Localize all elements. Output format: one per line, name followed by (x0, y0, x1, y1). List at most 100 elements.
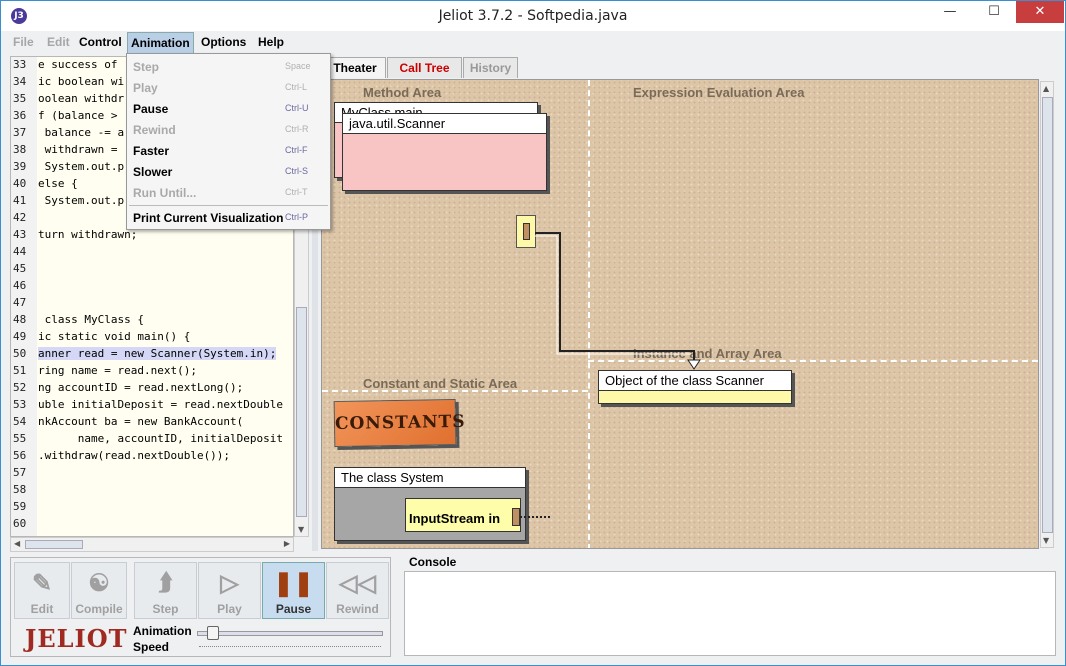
code-line: class MyClass { (38, 313, 144, 326)
step-button[interactable]: ⮭ Step (134, 562, 197, 619)
pause-button-label: Pause (275, 602, 312, 616)
line-number: 35 (13, 92, 27, 105)
menu-bar: File Edit Control Animation Options Help (9, 32, 1057, 54)
line-number: 55 (13, 432, 27, 445)
scanner-object-title: Object of the class Scanner (599, 371, 791, 391)
menu-animation[interactable]: Animation (127, 32, 194, 54)
speed-slider-ticks (199, 646, 381, 650)
line-number: 46 (13, 279, 27, 292)
menu-item-label: Run Until... (133, 186, 197, 200)
play-button[interactable]: ▷ Play (198, 562, 261, 619)
compile-button-label: Compile (75, 602, 123, 616)
compile-icon: ☯ (88, 570, 110, 597)
code-line: turn withdrawn; (38, 228, 138, 241)
edit-button[interactable]: ✎ Edit (14, 562, 70, 619)
line-number: 39 (13, 160, 27, 173)
line-number: 51 (13, 364, 27, 377)
play-icon: ▷ (220, 570, 239, 597)
constants-box: CONSTANTS (333, 398, 466, 448)
code-line: balance -= a (38, 126, 125, 139)
step-icon: ⮭ (158, 569, 173, 596)
code-horizontal-scrollbar[interactable]: ◀ ▶ (10, 537, 294, 552)
speed-slider-knob[interactable] (206, 626, 219, 640)
menu-item-shortcut: Ctrl-R (285, 124, 309, 134)
line-number: 34 (13, 75, 27, 88)
menu-item-shortcut: Ctrl-F (285, 145, 308, 155)
menu-item-label: Step (133, 60, 160, 74)
line-number: 45 (13, 262, 27, 275)
theater-vertical-scrollbar[interactable]: ▲ ▼ (1040, 81, 1054, 548)
line-number: 50 (13, 347, 27, 360)
edit-icon: ✎ (31, 570, 53, 597)
edit-button-label: Edit (30, 602, 54, 616)
menu-item-pause[interactable]: Pause Ctrl-U (127, 99, 330, 120)
theater-canvas: Method Area Expression Evaluation Area I… (321, 79, 1039, 549)
line-number: 58 (13, 483, 27, 496)
menu-options[interactable]: Options (201, 35, 246, 49)
line-number: 40 (13, 177, 27, 190)
system-class-title: The class System (335, 468, 525, 488)
compile-button[interactable]: ☯ Compile (71, 562, 127, 619)
menu-item-shortcut: Ctrl-U (285, 103, 309, 113)
line-number: 56 (13, 449, 27, 462)
code-line: ng accountID = read.nextLong(); (38, 381, 244, 394)
code-hscroll-thumb[interactable] (25, 540, 83, 549)
menu-file[interactable]: File (13, 35, 34, 49)
menu-edit[interactable]: Edit (47, 35, 70, 49)
scroll-right-icon[interactable]: ▶ (284, 539, 290, 548)
tab-history[interactable]: History (463, 57, 518, 78)
code-line: oolean withdr (38, 92, 125, 105)
jeliot-logo: JELIOT (25, 624, 128, 653)
rewind-button-label: Rewind (336, 602, 379, 616)
menu-item-slower[interactable]: Slower Ctrl-S (127, 162, 330, 183)
scroll-down-icon[interactable]: ▼ (298, 525, 304, 534)
menu-separator (129, 205, 328, 206)
pause-button[interactable]: ❚❚ Pause (262, 562, 325, 619)
minimize-button[interactable]: — (927, 1, 973, 23)
code-line: System.out.p (38, 160, 125, 173)
line-number: 57 (13, 466, 27, 479)
system-in-field: InputStream in (405, 498, 521, 532)
menu-control[interactable]: Control (79, 35, 122, 49)
maximize-button[interactable]: ☐ (971, 1, 1017, 23)
animation-menu-dropdown: Step Space Play Ctrl-L Pause Ctrl-U Rewind Ctrl… (126, 53, 331, 230)
scroll-left-icon[interactable]: ◀ (14, 539, 20, 548)
tab-call-tree[interactable]: Call Tree (387, 57, 462, 78)
line-number: 43 (13, 228, 27, 241)
rewind-button[interactable]: ◁◁ Rewind (326, 562, 389, 619)
system-in-pointer-icon (512, 508, 520, 526)
app-window: J3 Jeliot 3.7.2 - Softpedia.java — ☐ ✕ F… (0, 0, 1066, 666)
code-line: uble initialDeposit = read.nextDouble (38, 398, 284, 411)
code-line: withdrawn = (38, 143, 118, 156)
console-output[interactable] (404, 571, 1056, 656)
rewind-icon: ◁◁ (339, 570, 376, 597)
line-number: 52 (13, 381, 27, 394)
theater-scroll-down-icon[interactable]: ▼ (1043, 536, 1049, 545)
pause-icon: ❚❚ (273, 570, 314, 597)
theater-scroll-up-icon[interactable]: ▲ (1043, 84, 1049, 93)
tab-theater[interactable]: Theater (324, 57, 386, 78)
line-number: 49 (13, 330, 27, 343)
menu-item-label: Print Current Visualization (133, 211, 284, 225)
code-line: name, accountID, initialDeposit (38, 432, 284, 445)
menu-item-play: Play Ctrl-L (127, 78, 330, 99)
animation-speed-label-1: Animation (133, 624, 192, 638)
window-title: Jeliot 3.7.2 - Softpedia.java (438, 8, 628, 24)
menu-item-label: Slower (133, 165, 173, 179)
menu-item-faster[interactable]: Faster Ctrl-F (127, 141, 330, 162)
speed-slider-track[interactable] (197, 626, 383, 640)
menu-item-print-current-visualization[interactable]: Print Current Visualization Ctrl-P (127, 208, 330, 229)
code-scroll-thumb[interactable] (296, 307, 307, 517)
line-number: 41 (13, 194, 27, 207)
close-button[interactable]: ✕ (1016, 1, 1064, 23)
menu-item-shortcut: Ctrl-L (285, 82, 307, 92)
menu-item-label: Faster (133, 144, 170, 158)
theater-scroll-thumb[interactable] (1042, 97, 1053, 533)
line-number: 37 (13, 126, 27, 139)
null-pointer-line (520, 516, 550, 518)
line-number: 33 (13, 58, 27, 71)
menu-item-label: Play (133, 81, 158, 95)
system-class-box: The class System InputStream in (334, 467, 526, 541)
menu-help[interactable]: Help (258, 35, 284, 49)
menu-item-label: Pause (133, 102, 169, 116)
